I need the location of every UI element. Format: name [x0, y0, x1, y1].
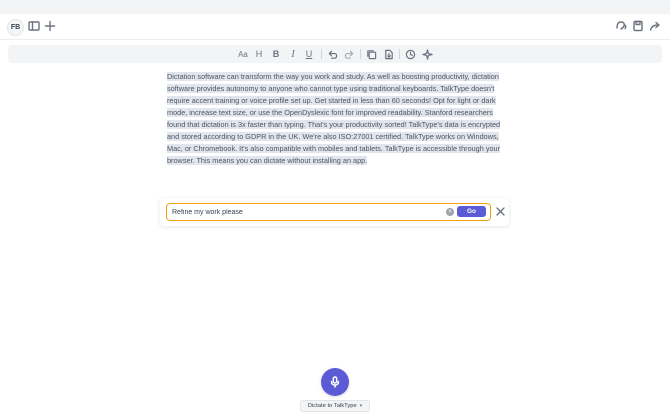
sparkle-icon[interactable] [421, 48, 433, 60]
go-button[interactable]: Go [457, 206, 486, 217]
redo-icon[interactable] [343, 48, 355, 60]
avatar[interactable]: FB [7, 19, 24, 36]
microphone-icon [330, 376, 340, 388]
microphone-button[interactable] [321, 368, 349, 396]
listen-icon[interactable] [614, 19, 628, 33]
toolbar-divider [399, 49, 400, 59]
refine-field[interactable]: × Go [166, 203, 491, 221]
document-body[interactable]: Dictation software can transform the way… [167, 71, 503, 167]
dictate-label: Dictate to TalkType [307, 403, 357, 409]
close-icon[interactable] [496, 203, 505, 216]
header-bar: FB [0, 14, 670, 40]
bold-button[interactable]: B [270, 48, 282, 60]
font-size-button[interactable]: Aa [236, 48, 250, 60]
refine-panel: × Go [160, 198, 509, 226]
plus-icon[interactable] [43, 19, 57, 33]
undo-icon[interactable] [326, 48, 338, 60]
save-icon[interactable] [631, 19, 645, 33]
formatting-toolbar: Aa H B I U [8, 45, 662, 63]
export-icon[interactable] [382, 48, 394, 60]
refine-input[interactable] [172, 207, 432, 218]
sidebar-toggle-icon[interactable] [27, 19, 41, 33]
document-text: Dictation software can transform the way… [167, 72, 501, 165]
heading-button[interactable]: H [253, 48, 265, 60]
toolbar-divider [360, 49, 361, 59]
copy-icon[interactable] [365, 48, 377, 60]
dictate-target-dropdown[interactable]: Dictate to TalkType ▾ [300, 400, 370, 412]
italic-button[interactable]: I [287, 48, 299, 60]
history-icon[interactable] [404, 48, 416, 60]
chevron-down-icon: ▾ [359, 403, 363, 409]
top-strip [0, 0, 670, 14]
underline-button[interactable]: U [303, 48, 315, 60]
toolbar-divider [321, 49, 322, 59]
clear-icon[interactable]: × [446, 208, 454, 216]
share-icon[interactable] [648, 19, 662, 33]
